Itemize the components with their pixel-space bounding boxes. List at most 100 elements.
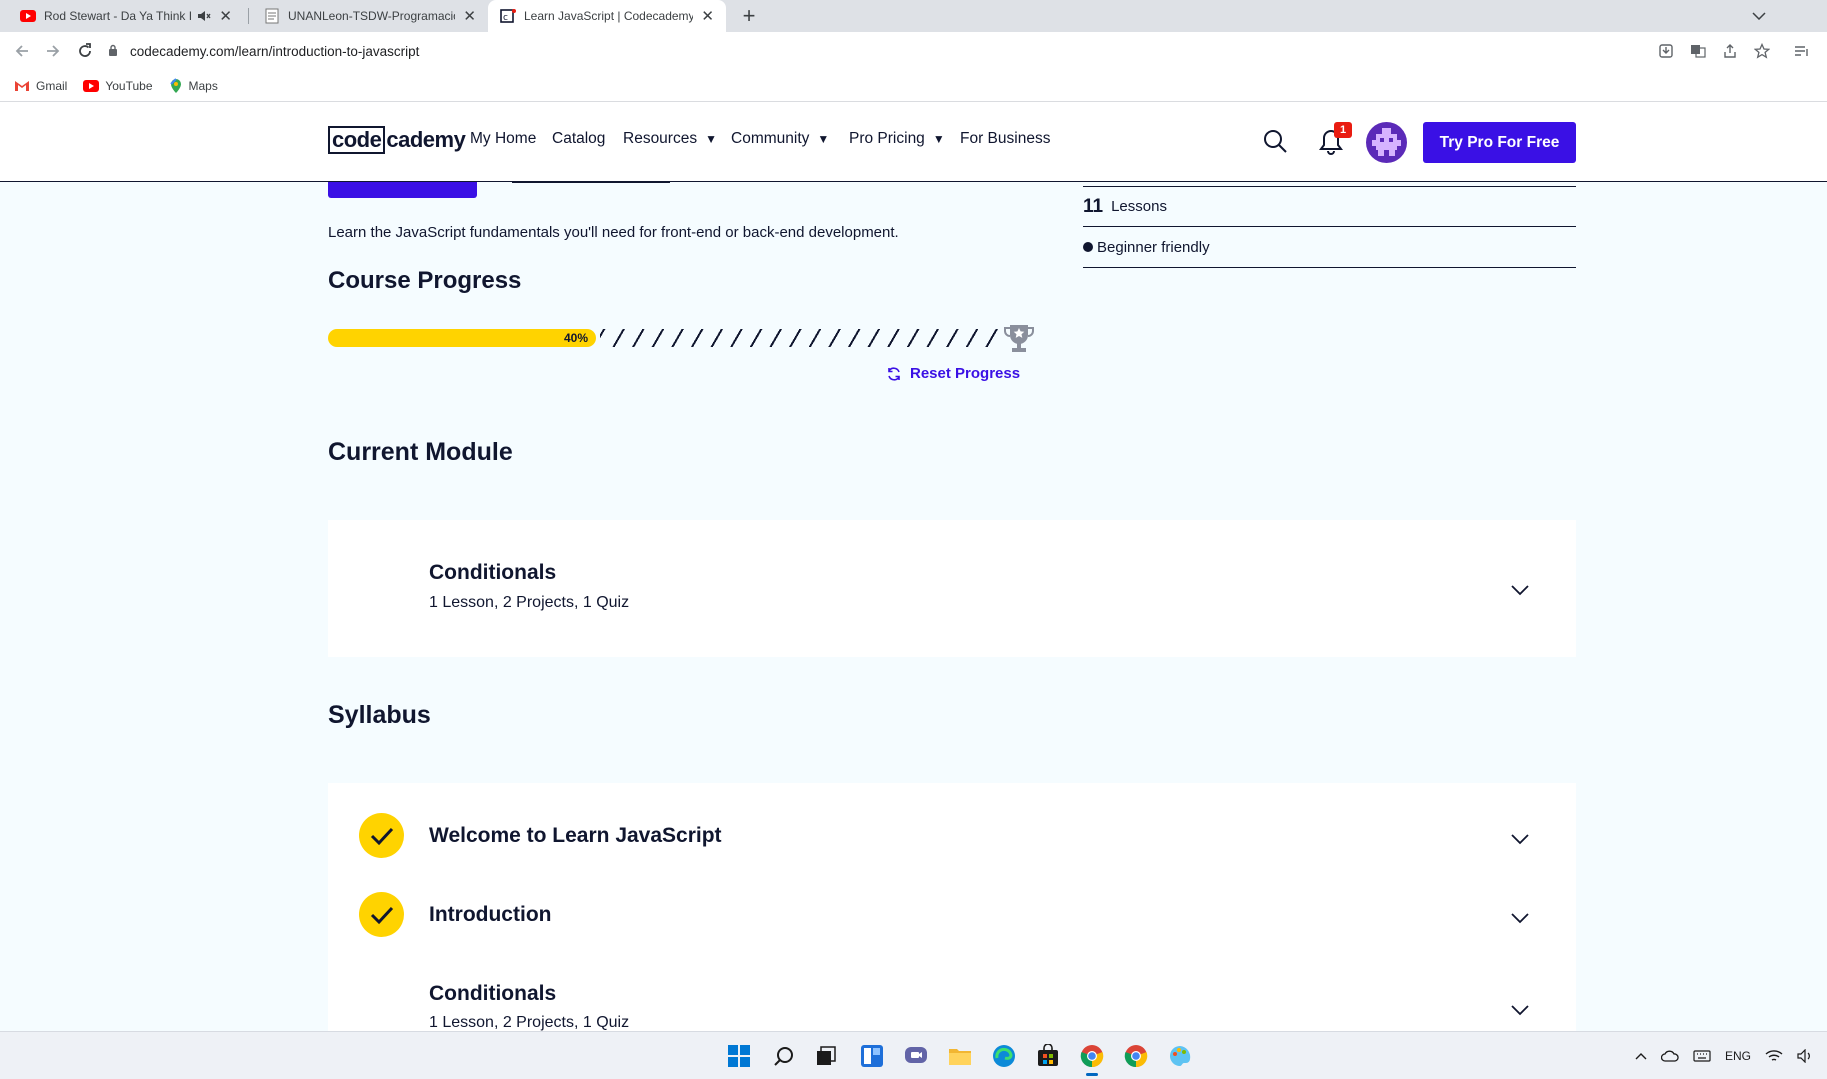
bookmark-youtube[interactable]: YouTube [83, 78, 153, 93]
speaker-icon[interactable] [1797, 1049, 1813, 1063]
chrome-icon[interactable] [1078, 1042, 1106, 1076]
store-icon[interactable] [1034, 1042, 1062, 1070]
syllabus-heading: Syllabus [328, 701, 431, 729]
keyboard-icon[interactable] [1693, 1050, 1711, 1062]
caret-down-icon: ▼ [705, 132, 717, 146]
document-icon [264, 8, 280, 24]
reset-progress-button[interactable]: Reset Progress [886, 365, 1020, 382]
windows-start-icon[interactable] [725, 1042, 753, 1070]
windows-taskbar: ENG [0, 1031, 1827, 1079]
nav-label: Catalog [552, 130, 606, 147]
active-indicator [1086, 1073, 1098, 1076]
reading-list-icon[interactable] [1792, 41, 1812, 61]
syllabus-list: Welcome to Learn JavaScript Introduction… [328, 783, 1576, 1033]
codecademy-logo[interactable]: code cademy [328, 125, 466, 155]
svg-text:c: c [503, 13, 508, 23]
avatar[interactable] [1366, 122, 1407, 163]
module-meta: 1 Lesson, 2 Projects, 1 Quiz [429, 594, 630, 611]
share-icon[interactable] [1720, 41, 1740, 61]
close-tab-icon[interactable]: ✕ [701, 7, 714, 25]
task-view-icon[interactable] [812, 1042, 840, 1070]
site-header: code cademy My Home Catalog Resources ▼ … [0, 102, 1827, 182]
level-label: Beginner friendly [1097, 238, 1210, 256]
browser-tab-unanleon[interactable]: UNANLeon-TSDW-Programación ✕ [252, 0, 488, 32]
try-pro-button[interactable]: Try Pro For Free [1423, 122, 1576, 163]
checkmark-icon [359, 892, 404, 937]
install-icon[interactable] [1656, 41, 1676, 61]
system-tray: ENG [1621, 1032, 1813, 1079]
logo-cademy: cademy [386, 127, 466, 152]
trophy-icon [1001, 321, 1037, 357]
tab-title: Learn JavaScript | Codecademy [524, 9, 694, 23]
bookmark-maps[interactable]: Maps [169, 77, 218, 94]
browser-tab-youtube[interactable]: Rod Stewart - Da Ya Think I'm Sexy ✕ [8, 0, 244, 32]
tab-title: Rod Stewart - Da Ya Think I'm Sexy [44, 9, 192, 23]
browser-tab-codecademy[interactable]: c Learn JavaScript | Codecademy ✕ [488, 0, 726, 32]
address-bar[interactable]: codecademy.com/learn/introduction-to-jav… [108, 35, 1788, 67]
progress-percent: 40% [563, 331, 588, 345]
search-icon[interactable] [770, 1042, 798, 1070]
nav-label: Community [731, 130, 810, 147]
level-dot-icon [1083, 242, 1093, 252]
new-tab-button[interactable]: + [737, 3, 761, 28]
nav-my-home[interactable]: My Home [470, 130, 536, 148]
chevron-down-icon[interactable] [1747, 4, 1771, 28]
progress-remaining [600, 329, 998, 347]
bookmark-label: YouTube [105, 78, 153, 93]
translate-icon[interactable] [1688, 41, 1708, 61]
paint-icon[interactable] [1166, 1042, 1194, 1070]
nav-catalog[interactable]: Catalog [552, 130, 605, 148]
progress-bar: 40% [328, 329, 998, 347]
checkmark-icon [359, 813, 404, 858]
lock-icon[interactable] [108, 44, 118, 59]
chat-icon[interactable] [902, 1042, 930, 1070]
syllabus-item-name: Conditionals [429, 982, 557, 1005]
caret-down-icon: ▼ [817, 132, 830, 146]
speaker-muted-icon[interactable] [197, 9, 211, 23]
lessons-count: 11 [1083, 195, 1104, 217]
back-arrow-icon[interactable] [10, 39, 34, 63]
lessons-label: Lessons [1111, 198, 1167, 215]
module-name: Conditionals [429, 561, 557, 584]
lessons-stat: 11 Lessons [1083, 186, 1576, 227]
chevron-down-icon[interactable] [1510, 1003, 1530, 1016]
nav-label: Resources [623, 130, 698, 147]
chrome-icon[interactable] [1122, 1042, 1150, 1070]
syllabus-item-meta: 1 Lesson, 2 Projects, 1 Quiz [429, 1014, 630, 1031]
forward-arrow-icon[interactable] [41, 39, 65, 63]
browser-toolbar: codecademy.com/learn/introduction-to-jav… [0, 32, 1827, 70]
close-tab-icon[interactable]: ✕ [219, 7, 232, 25]
nav-for-business[interactable]: For Business [960, 130, 1050, 148]
reload-icon[interactable] [73, 39, 97, 63]
course-stats: 11 Lessons Beginner friendly [1083, 180, 1576, 268]
nav-resources[interactable]: Resources ▼ [623, 130, 717, 148]
syllabus-item-name: Introduction [429, 903, 552, 926]
progress-fill: 40% [328, 329, 596, 347]
chevron-down-icon[interactable] [1510, 832, 1530, 845]
course-progress-title: Course Progress [328, 267, 522, 294]
onedrive-icon[interactable] [1660, 1050, 1679, 1062]
nav-community[interactable]: Community ▼ [731, 130, 829, 148]
file-explorer-icon[interactable] [946, 1042, 974, 1070]
chevron-down-icon[interactable] [1510, 583, 1530, 596]
current-module-card[interactable]: Conditionals 1 Lesson, 2 Projects, 1 Qui… [328, 520, 1576, 657]
nav-label: Pro Pricing [849, 130, 925, 147]
bookmark-star-icon[interactable] [1752, 41, 1772, 61]
widgets-icon[interactable] [858, 1042, 886, 1070]
language-indicator[interactable]: ENG [1725, 1049, 1751, 1063]
wifi-icon[interactable] [1765, 1049, 1783, 1063]
chevron-up-icon[interactable] [1635, 1052, 1647, 1060]
level-stat: Beginner friendly [1083, 227, 1576, 268]
maps-icon [169, 77, 183, 94]
nav-label: My Home [470, 130, 537, 147]
bookmark-label: Maps [188, 78, 218, 93]
nav-pro-pricing[interactable]: Pro Pricing ▼ [849, 130, 945, 148]
bookmark-gmail[interactable]: Gmail [14, 79, 67, 93]
edge-icon[interactable] [990, 1042, 1018, 1070]
caret-down-icon: ▼ [932, 132, 945, 146]
refresh-icon [886, 366, 902, 382]
search-icon[interactable] [1262, 128, 1288, 154]
bookmark-label: Gmail [36, 78, 68, 93]
chevron-down-icon[interactable] [1510, 911, 1530, 924]
close-tab-icon[interactable]: ✕ [463, 7, 476, 25]
